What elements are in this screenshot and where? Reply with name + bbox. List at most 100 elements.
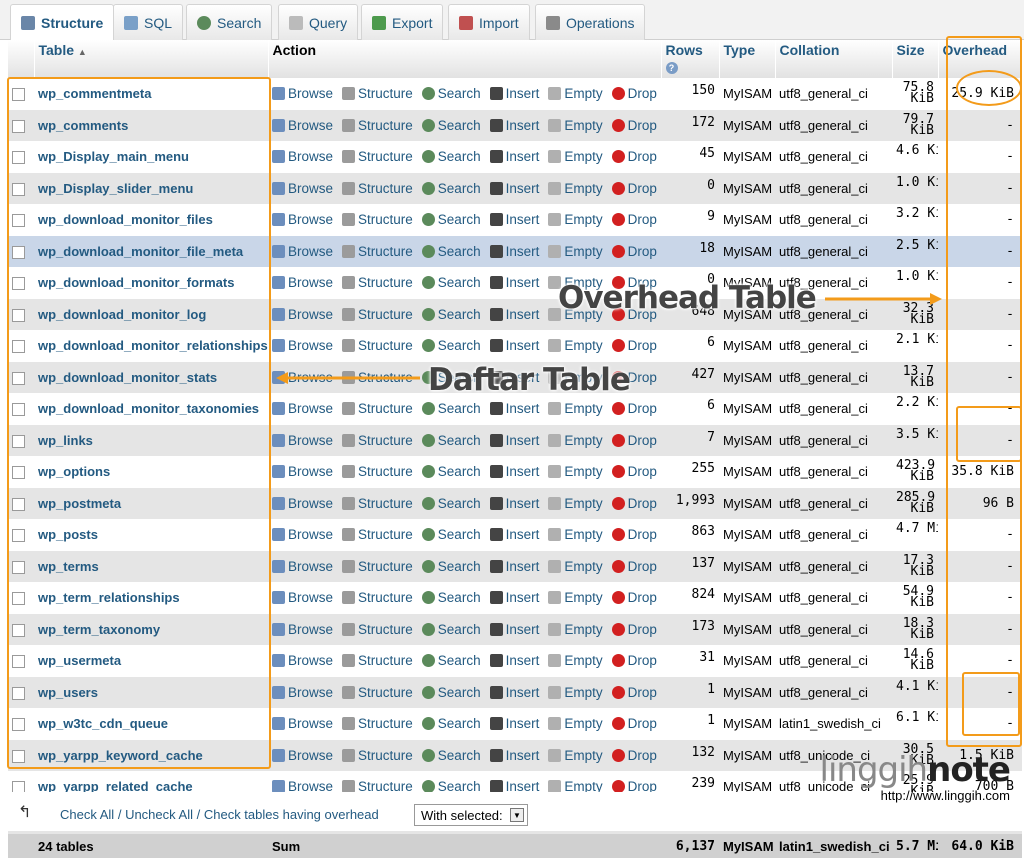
browse-action[interactable]: Browse bbox=[272, 622, 333, 637]
search-action[interactable]: Search bbox=[421, 86, 481, 101]
browse-action[interactable]: Browse bbox=[272, 716, 333, 731]
table-name-link[interactable]: wp_Display_slider_menu bbox=[38, 181, 193, 196]
browse-action[interactable]: Browse bbox=[272, 338, 333, 353]
tab-structure[interactable]: Structure bbox=[10, 4, 115, 41]
insert-action[interactable]: Insert bbox=[489, 653, 539, 668]
structure-action[interactable]: Structure bbox=[342, 307, 413, 322]
row-checkbox[interactable] bbox=[12, 340, 25, 354]
row-checkbox[interactable] bbox=[12, 466, 25, 480]
search-action[interactable]: Search bbox=[421, 716, 481, 731]
header-size[interactable]: Size bbox=[892, 40, 939, 78]
browse-action[interactable]: Browse bbox=[272, 496, 333, 511]
browse-action[interactable]: Browse bbox=[272, 559, 333, 574]
table-name-link[interactable]: wp_term_taxonomy bbox=[38, 622, 160, 637]
search-action[interactable]: Search bbox=[421, 401, 481, 416]
structure-action[interactable]: Structure bbox=[342, 338, 413, 353]
table-name-link[interactable]: wp_postmeta bbox=[38, 496, 121, 511]
insert-action[interactable]: Insert bbox=[489, 748, 539, 763]
row-checkbox[interactable] bbox=[12, 718, 25, 732]
row-checkbox[interactable] bbox=[12, 434, 25, 448]
insert-action[interactable]: Insert bbox=[489, 275, 539, 290]
header-overhead[interactable]: Overhead bbox=[938, 40, 1023, 78]
tab-search[interactable]: Search bbox=[186, 4, 273, 40]
drop-action[interactable]: Drop bbox=[611, 181, 657, 196]
insert-action[interactable]: Insert bbox=[489, 716, 539, 731]
table-row[interactable]: wp_Display_main_menu Browse Structure Searc… bbox=[8, 141, 1022, 173]
search-action[interactable]: Search bbox=[421, 118, 481, 133]
structure-action[interactable]: Structure bbox=[342, 212, 413, 227]
browse-action[interactable]: Browse bbox=[272, 370, 333, 385]
table-name-link[interactable]: wp_download_monitor_log bbox=[38, 307, 206, 322]
structure-action[interactable]: Structure bbox=[342, 527, 413, 542]
row-checkbox[interactable] bbox=[12, 182, 25, 196]
insert-action[interactable]: Insert bbox=[489, 622, 539, 637]
search-action[interactable]: Search bbox=[421, 244, 481, 259]
insert-action[interactable]: Insert bbox=[489, 212, 539, 227]
empty-action[interactable]: Empty bbox=[548, 212, 603, 227]
table-row[interactable]: wp_usermeta Browse Structure Search Insert Em… bbox=[8, 645, 1022, 677]
drop-action[interactable]: Drop bbox=[611, 559, 657, 574]
table-name-link[interactable]: wp_download_monitor_file_meta bbox=[38, 244, 243, 259]
drop-action[interactable]: Drop bbox=[611, 622, 657, 637]
table-row[interactable]: wp_comments Browse Structure Search Insert Em… bbox=[8, 109, 1022, 141]
structure-action[interactable]: Structure bbox=[342, 622, 413, 637]
drop-action[interactable]: Drop bbox=[611, 748, 657, 763]
empty-action[interactable]: Empty bbox=[548, 244, 603, 259]
search-action[interactable]: Search bbox=[421, 685, 481, 700]
drop-action[interactable]: Drop bbox=[611, 685, 657, 700]
browse-action[interactable]: Browse bbox=[272, 244, 333, 259]
structure-action[interactable]: Structure bbox=[342, 118, 413, 133]
drop-action[interactable]: Drop bbox=[611, 401, 657, 416]
row-checkbox[interactable] bbox=[12, 403, 25, 417]
search-action[interactable]: Search bbox=[421, 275, 481, 290]
row-checkbox[interactable] bbox=[12, 592, 25, 606]
table-name-link[interactable]: wp_download_monitor_stats bbox=[38, 370, 217, 385]
table-name-link[interactable]: wp_w3tc_cdn_queue bbox=[38, 716, 168, 731]
header-rows[interactable]: Rows? bbox=[661, 40, 720, 78]
table-name-link[interactable]: wp_Display_main_menu bbox=[38, 149, 189, 164]
empty-action[interactable]: Empty bbox=[548, 716, 603, 731]
table-row[interactable]: wp_download_monitor_files Browse Structure… bbox=[8, 204, 1022, 236]
row-checkbox[interactable] bbox=[12, 151, 25, 165]
table-name-link[interactable]: wp_yarpp_keyword_cache bbox=[38, 748, 203, 763]
structure-action[interactable]: Structure bbox=[342, 401, 413, 416]
uncheck-all-link[interactable]: Uncheck All bbox=[125, 807, 193, 822]
structure-action[interactable]: Structure bbox=[342, 275, 413, 290]
structure-action[interactable]: Structure bbox=[342, 496, 413, 511]
search-action[interactable]: Search bbox=[421, 748, 481, 763]
structure-action[interactable]: Structure bbox=[342, 464, 413, 479]
table-row[interactable]: wp_posts Browse Structure Search Insert Empty… bbox=[8, 519, 1022, 551]
structure-action[interactable]: Structure bbox=[342, 181, 413, 196]
search-action[interactable]: Search bbox=[421, 149, 481, 164]
table-row[interactable]: wp_Display_slider_menu Browse Structure Sea… bbox=[8, 172, 1022, 204]
drop-action[interactable]: Drop bbox=[611, 212, 657, 227]
search-action[interactable]: Search bbox=[421, 338, 481, 353]
empty-action[interactable]: Empty bbox=[548, 433, 603, 448]
row-checkbox[interactable] bbox=[12, 277, 25, 291]
search-action[interactable]: Search bbox=[421, 433, 481, 448]
structure-action[interactable]: Structure bbox=[342, 86, 413, 101]
insert-action[interactable]: Insert bbox=[489, 338, 539, 353]
drop-action[interactable]: Drop bbox=[611, 716, 657, 731]
browse-action[interactable]: Browse bbox=[272, 590, 333, 605]
table-name-link[interactable]: wp_posts bbox=[38, 527, 98, 542]
structure-action[interactable]: Structure bbox=[342, 716, 413, 731]
table-row[interactable]: wp_download_monitor_file_meta Browse Struc… bbox=[8, 235, 1022, 267]
empty-action[interactable]: Empty bbox=[548, 401, 603, 416]
table-name-link[interactable]: wp_download_monitor_files bbox=[38, 212, 213, 227]
insert-action[interactable]: Insert bbox=[489, 401, 539, 416]
drop-action[interactable]: Drop bbox=[611, 149, 657, 164]
empty-action[interactable]: Empty bbox=[548, 748, 603, 763]
empty-action[interactable]: Empty bbox=[548, 338, 603, 353]
insert-action[interactable]: Insert bbox=[489, 559, 539, 574]
row-checkbox[interactable] bbox=[12, 623, 25, 637]
row-checkbox[interactable] bbox=[12, 749, 25, 763]
drop-action[interactable]: Drop bbox=[611, 496, 657, 511]
row-checkbox[interactable] bbox=[12, 119, 25, 133]
search-action[interactable]: Search bbox=[421, 590, 481, 605]
drop-action[interactable]: Drop bbox=[611, 464, 657, 479]
row-checkbox[interactable] bbox=[12, 214, 25, 228]
row-checkbox[interactable] bbox=[12, 686, 25, 700]
browse-action[interactable]: Browse bbox=[272, 653, 333, 668]
structure-action[interactable]: Structure bbox=[342, 590, 413, 605]
